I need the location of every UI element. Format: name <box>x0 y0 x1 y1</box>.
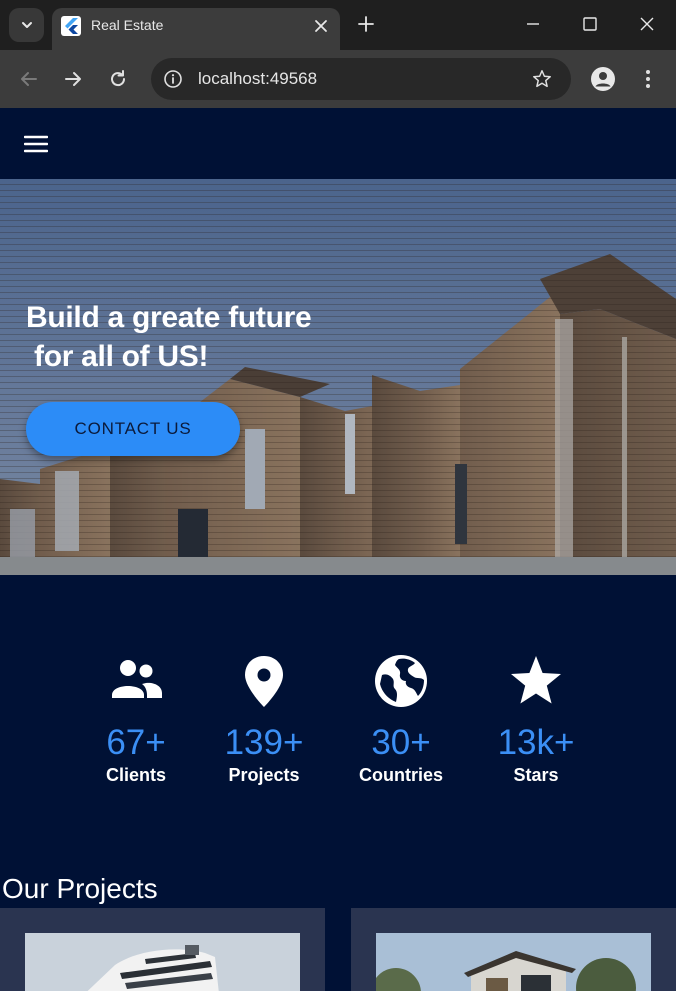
stat-projects: 139+ Projects <box>194 653 334 787</box>
close-tab-icon[interactable] <box>312 17 330 35</box>
stat-clients: 67+ Clients <box>66 653 206 787</box>
menu-icon[interactable] <box>24 134 48 154</box>
star-icon <box>511 656 561 704</box>
location-pin-icon <box>245 656 283 707</box>
stat-label: Projects <box>228 765 300 785</box>
reload-icon[interactable] <box>107 68 129 90</box>
project-image <box>376 933 651 991</box>
stat-value: 67+ <box>106 723 166 762</box>
hero-title: Build a greate future for all of US! <box>26 301 312 373</box>
url-text: localhost:49568 <box>198 69 318 88</box>
window-close-icon[interactable] <box>637 14 657 34</box>
site-info-icon[interactable] <box>163 69 183 89</box>
browser-tab[interactable]: Real Estate <box>52 8 340 50</box>
browser-toolbar: localhost:49568 <box>0 50 676 108</box>
tab-search-button[interactable] <box>9 8 44 42</box>
flutter-favicon-icon <box>61 16 81 36</box>
stat-label: Countries <box>358 765 443 785</box>
globe-icon <box>375 655 427 707</box>
stat-label: Stars <box>513 765 559 785</box>
project-card[interactable] <box>0 908 325 991</box>
stat-stars: 13k+ Stars <box>466 653 606 787</box>
forward-arrow-icon[interactable] <box>62 68 84 90</box>
stat-countries: 30+ Countries <box>331 653 471 787</box>
hero-building-image <box>0 179 676 575</box>
stat-label: Clients <box>105 765 166 785</box>
project-card[interactable] <box>351 908 676 991</box>
people-icon <box>112 660 162 698</box>
browser-tab-strip: Real Estate <box>0 0 676 50</box>
tab-title: Real Estate <box>91 17 164 33</box>
hero-banner: Build a greate future for all of US! CON… <box>0 179 676 575</box>
app-bar <box>0 108 676 179</box>
bookmark-star-icon[interactable] <box>531 68 553 90</box>
back-arrow-icon[interactable] <box>18 68 40 90</box>
minimize-icon[interactable] <box>523 14 543 34</box>
profile-icon[interactable] <box>590 66 616 92</box>
stat-value: 30+ <box>371 723 431 762</box>
new-tab-icon[interactable] <box>356 14 376 34</box>
section-title-our-projects: Our Projects <box>2 873 158 904</box>
contact-us-button[interactable]: CONTACT US <box>26 402 240 456</box>
project-image <box>25 933 300 991</box>
stat-value: 139+ <box>224 723 304 762</box>
maximize-icon[interactable] <box>580 14 600 34</box>
address-bar[interactable]: localhost:49568 <box>151 58 571 100</box>
chevron-down-icon <box>21 22 32 28</box>
more-options-icon[interactable] <box>638 68 658 90</box>
stat-value: 13k+ <box>497 723 575 762</box>
stats-section: 67+ Clients 139+ Projects 30+ Countries … <box>0 575 676 875</box>
